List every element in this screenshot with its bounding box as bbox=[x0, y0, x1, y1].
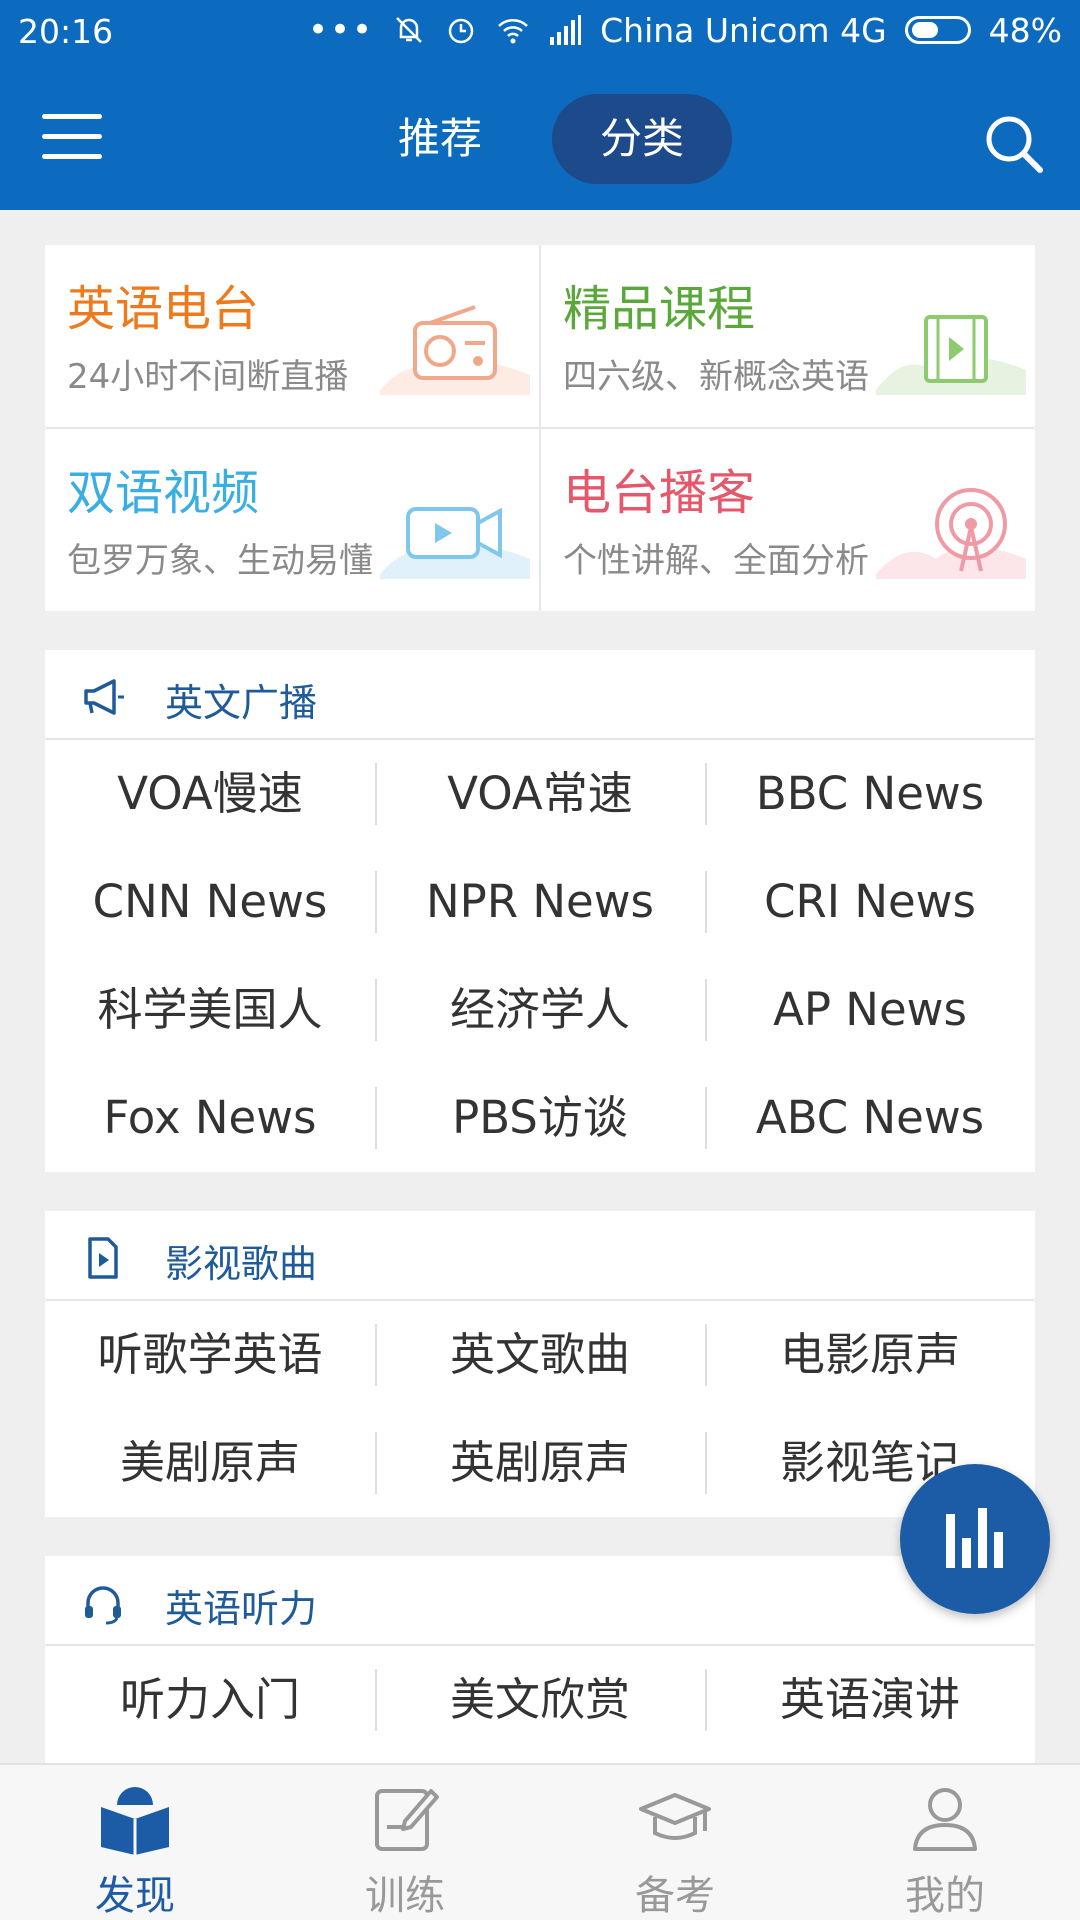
column-separator bbox=[705, 1432, 707, 1494]
radio-icon bbox=[380, 305, 530, 395]
section-title: 英语听力 bbox=[165, 1587, 318, 1631]
film-grid: 听歌学英语 英文歌曲 电影原声 美剧原声 英剧原声 影视笔记 bbox=[45, 1301, 1035, 1517]
nav-discover[interactable]: 发现 bbox=[0, 1765, 270, 1920]
section-header: 英文广播 bbox=[45, 650, 1035, 740]
category-item[interactable]: PBS访谈 bbox=[375, 1064, 705, 1172]
category-item[interactable]: 英剧原声 bbox=[375, 1409, 705, 1517]
section-title: 影视歌曲 bbox=[165, 1242, 318, 1286]
nav-label: 训练 bbox=[365, 1873, 445, 1919]
battery-icon bbox=[904, 16, 971, 44]
section-film-music: 影视歌曲 听歌学英语 英文歌曲 电影原声 美剧原声 英剧原声 影视笔记 bbox=[45, 1211, 1035, 1517]
section-header: 影视歌曲 bbox=[45, 1211, 1035, 1301]
section-title: 英文广播 bbox=[165, 681, 318, 725]
tab-category[interactable]: 分类 bbox=[552, 94, 732, 184]
category-item[interactable]: 英语演讲 bbox=[705, 1646, 1035, 1754]
feature-cards: 英语电台 24小时不间断直播 精品课程 四六级、新概念英语 双语视频 包罗万象、… bbox=[45, 245, 1035, 611]
megaphone-icon bbox=[84, 679, 124, 715]
category-item[interactable]: ABC News bbox=[705, 1064, 1035, 1172]
app-header-bar: 20:16 ••• China Unicom 4G 48% 推荐 分类 bbox=[0, 0, 1080, 210]
bottom-nav: 发现 训练 备考 我的 bbox=[0, 1763, 1080, 1920]
podcast-antenna-icon bbox=[876, 488, 1026, 579]
menu-button[interactable] bbox=[42, 114, 106, 162]
broadcast-grid: VOA慢速 VOA常速 BBC News CNN News NPR News C… bbox=[45, 740, 1035, 1170]
card-english-radio[interactable]: 英语电台 24小时不间断直播 bbox=[45, 245, 540, 428]
category-item[interactable]: 美剧原声 bbox=[45, 1409, 375, 1517]
listening-grid: 听力入门 美文欣赏 英语演讲 bbox=[45, 1646, 1035, 1754]
status-bar: 20:16 ••• China Unicom 4G 48% bbox=[0, 0, 1080, 62]
section-listening: 英语听力 听力入门 美文欣赏 英语演讲 bbox=[45, 1556, 1035, 1776]
tab-recommend[interactable]: 推荐 bbox=[365, 94, 515, 184]
category-item[interactable]: 科学美国人 bbox=[45, 956, 375, 1064]
nav-label: 我的 bbox=[905, 1873, 985, 1919]
search-icon[interactable] bbox=[982, 112, 1046, 176]
category-item[interactable]: Fox News bbox=[45, 1064, 375, 1172]
nav-label: 备考 bbox=[635, 1873, 715, 1919]
book-icon bbox=[101, 1787, 169, 1855]
headphones-icon bbox=[85, 1586, 121, 1625]
category-item[interactable]: VOA常速 bbox=[375, 740, 705, 848]
menu-line-icon bbox=[42, 134, 102, 139]
column-separator bbox=[375, 871, 377, 933]
battery-percent: 48% bbox=[988, 10, 1062, 50]
equalizer-bars-icon bbox=[946, 1508, 1003, 1568]
status-right: ••• China Unicom 4G 48% bbox=[308, 10, 1062, 50]
more-dots-icon: ••• bbox=[307, 10, 375, 50]
category-item[interactable]: CRI News bbox=[705, 848, 1035, 956]
alarm-icon bbox=[448, 18, 474, 44]
media-file-icon bbox=[88, 1237, 118, 1279]
carrier-label: China Unicom 4G bbox=[600, 10, 887, 50]
category-item[interactable]: 听力入门 bbox=[45, 1646, 375, 1754]
course-video-icon bbox=[876, 315, 1026, 395]
column-separator bbox=[705, 979, 707, 1041]
column-separator bbox=[375, 1324, 377, 1386]
column-separator bbox=[375, 1669, 377, 1731]
category-item[interactable]: 电影原声 bbox=[705, 1301, 1035, 1409]
category-item[interactable]: NPR News bbox=[375, 848, 705, 956]
nav-exam-prep[interactable]: 备考 bbox=[540, 1765, 810, 1920]
card-courses[interactable]: 精品课程 四六级、新概念英语 bbox=[541, 245, 1036, 428]
card-bilingual-video[interactable]: 双语视频 包罗万象、生动易懂 bbox=[45, 429, 540, 612]
menu-line-icon bbox=[42, 154, 102, 159]
edit-note-icon bbox=[375, 1789, 439, 1851]
card-divider bbox=[45, 427, 1035, 429]
category-item[interactable]: 美文欣赏 bbox=[375, 1646, 705, 1754]
wifi-icon bbox=[498, 19, 528, 44]
menu-line-icon bbox=[42, 114, 102, 119]
nav-training[interactable]: 训练 bbox=[270, 1765, 540, 1920]
user-icon bbox=[913, 1788, 977, 1851]
category-item[interactable]: 经济学人 bbox=[375, 956, 705, 1064]
audio-player-fab[interactable] bbox=[900, 1464, 1050, 1614]
column-separator bbox=[375, 763, 377, 825]
nav-label: 发现 bbox=[95, 1873, 175, 1919]
category-item[interactable]: 英文歌曲 bbox=[375, 1301, 705, 1409]
column-separator bbox=[375, 1432, 377, 1494]
column-separator bbox=[375, 1087, 377, 1149]
column-separator bbox=[375, 979, 377, 1041]
category-item[interactable]: 听歌学英语 bbox=[45, 1301, 375, 1409]
section-broadcast: 英文广播 VOA慢速 VOA常速 BBC News CNN News NPR N… bbox=[45, 650, 1035, 1172]
column-separator bbox=[705, 871, 707, 933]
status-time: 20:16 bbox=[18, 12, 114, 51]
category-item[interactable]: VOA慢速 bbox=[45, 740, 375, 848]
category-item[interactable]: BBC News bbox=[705, 740, 1035, 848]
column-separator bbox=[705, 1324, 707, 1386]
graduation-cap-icon bbox=[639, 1793, 711, 1840]
mute-bell-icon bbox=[396, 17, 422, 43]
section-header: 英语听力 bbox=[45, 1556, 1035, 1646]
column-separator bbox=[705, 1669, 707, 1731]
video-camera-icon bbox=[380, 507, 530, 579]
category-item[interactable]: CNN News bbox=[45, 848, 375, 956]
column-separator bbox=[705, 1087, 707, 1149]
signal-icon bbox=[550, 15, 582, 45]
category-item[interactable]: AP News bbox=[705, 956, 1035, 1064]
nav-profile[interactable]: 我的 bbox=[810, 1765, 1080, 1920]
nav-header: 推荐 分类 bbox=[0, 62, 1080, 210]
column-separator bbox=[705, 763, 707, 825]
card-podcast[interactable]: 电台播客 个性讲解、全面分析 bbox=[541, 429, 1036, 612]
